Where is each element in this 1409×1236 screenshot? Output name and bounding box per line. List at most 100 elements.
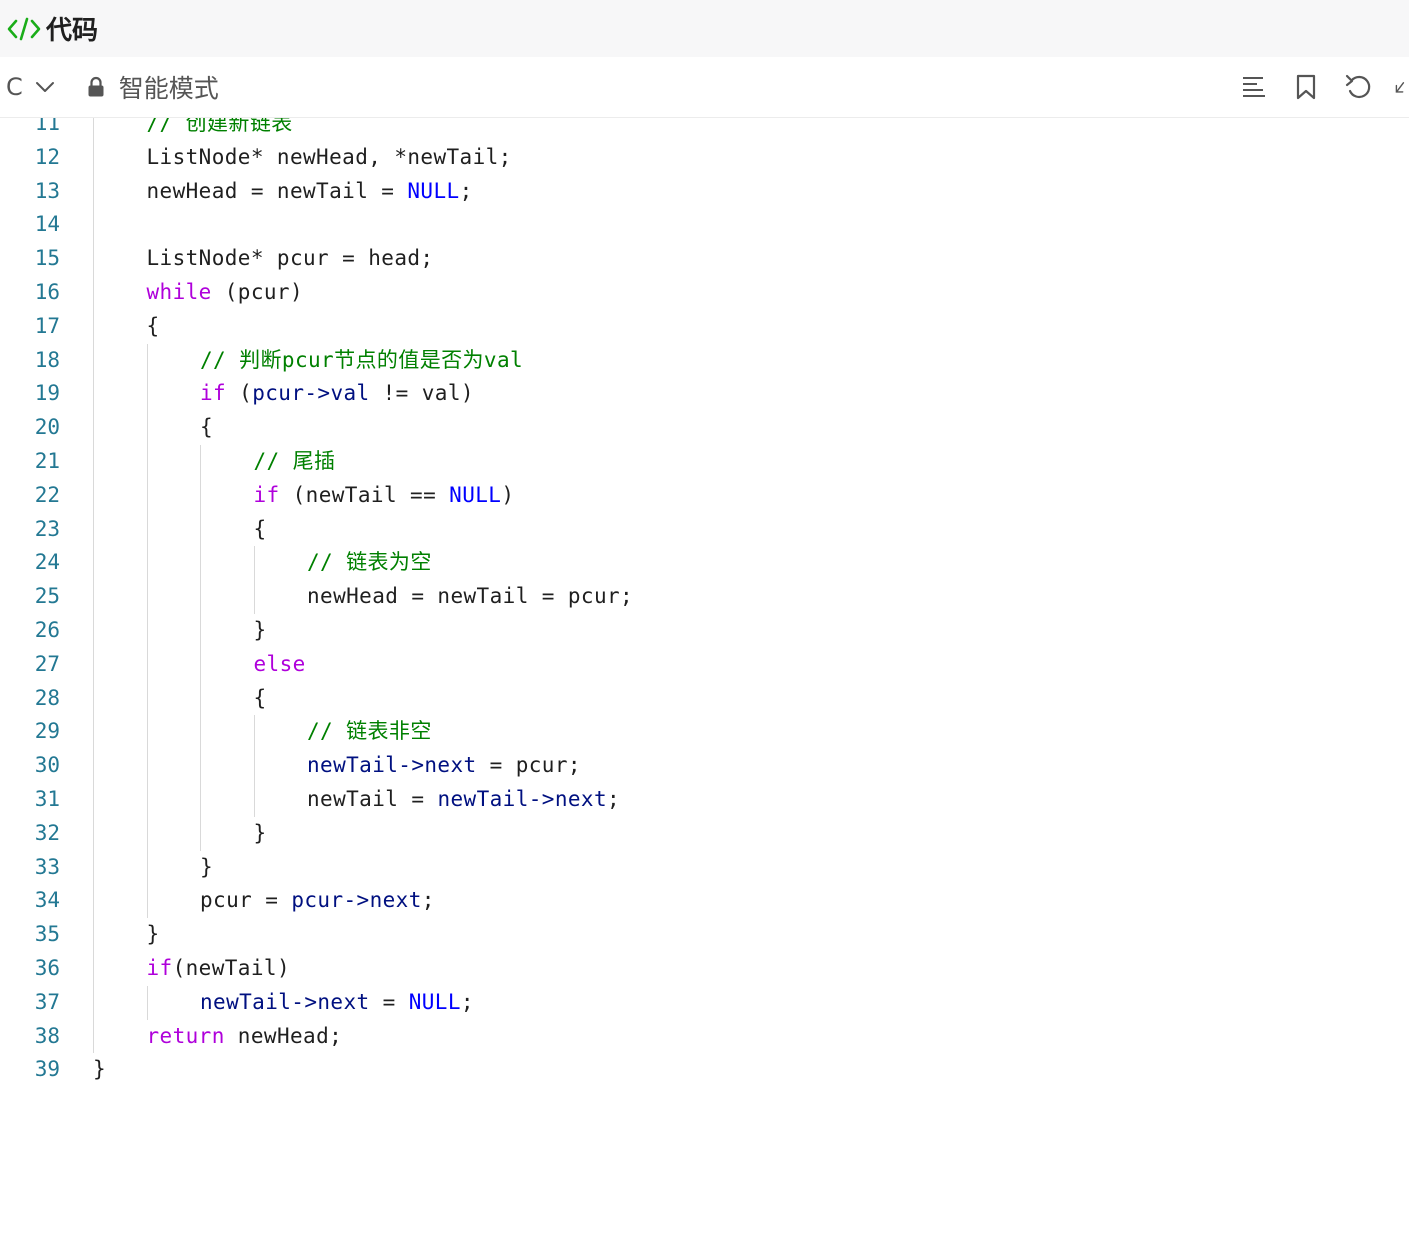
line-number: 37 (34, 989, 60, 1014)
indent-guide (93, 749, 94, 783)
code-token: newHead = newTail = (146, 178, 408, 203)
code-line: 37 newTail->next = NULL; (0, 985, 1409, 1020)
indent-guide (146, 715, 148, 750)
code-line: 28 { (0, 681, 1409, 716)
indent-guide (93, 613, 94, 648)
code-token: ; (460, 989, 474, 1014)
code-token: } (253, 820, 267, 845)
code-icon (6, 14, 42, 44)
line-number: 30 (34, 753, 60, 778)
chevron-down-icon (35, 82, 54, 92)
title-bar: 代码 (0, 0, 1409, 57)
code-line: 15 ListNode* pcur = head; (0, 242, 1409, 276)
language-select[interactable]: C (6, 73, 55, 101)
code-token: NULL (449, 482, 502, 507)
code-token: if (146, 955, 173, 980)
line-number: 11 (34, 118, 60, 135)
code-token: newTail->next (200, 989, 370, 1014)
code-token: while (146, 279, 212, 304)
code-text: // 尾插 (254, 445, 336, 479)
code-token: { (200, 415, 214, 440)
code-line: 35} (0, 918, 1409, 952)
indent-guide (146, 647, 148, 682)
indent-guide (200, 749, 201, 783)
indent-guide (146, 782, 148, 817)
indent-guide (93, 208, 94, 243)
code-token: (newTail) (172, 955, 290, 980)
code-text: } (254, 817, 267, 851)
indent-guide (93, 343, 94, 378)
code-text: newTail->next = pcur; (307, 749, 581, 783)
code-text: } (200, 851, 213, 885)
indent-guide (146, 613, 148, 648)
indent-guide (93, 985, 94, 1020)
code-editor[interactable]: 11 // 创建新链表 12 ListNode* newHead, *newTail;… (0, 118, 1409, 1236)
line-number: 33 (34, 854, 60, 879)
indent-guide (93, 512, 94, 547)
code-token: pcur->next (291, 888, 422, 913)
format-icon[interactable] (1239, 72, 1269, 102)
code-text: } (147, 918, 160, 952)
indent-guide (253, 580, 255, 614)
bookmark-icon[interactable] (1291, 72, 1321, 102)
indent-guide (93, 478, 94, 513)
code-text: } (93, 1053, 106, 1087)
line-number: 39 (34, 1057, 60, 1082)
indent-guide (200, 613, 201, 648)
code-line: 39} (0, 1053, 1409, 1087)
line-number: 38 (34, 1023, 60, 1048)
code-token: ; (459, 178, 473, 203)
code-text: newTail = newTail->next; (307, 783, 620, 817)
indent-guide (146, 546, 148, 581)
code-text: return newHead; (147, 1020, 343, 1054)
line-number: 24 (34, 550, 60, 575)
line-number: 36 (34, 955, 60, 980)
code-token: // 创建新链表 (146, 118, 293, 135)
line-number: 14 (34, 212, 60, 237)
code-token: // 链表非空 (307, 719, 432, 744)
code-line: 14 (0, 208, 1409, 243)
line-number: 27 (34, 651, 60, 676)
indent-guide (146, 681, 148, 716)
code-text: if(newTail) (147, 952, 290, 986)
line-number: 17 (34, 313, 60, 338)
language-label: C (6, 73, 23, 101)
code-token: pcur = (200, 888, 292, 913)
indent-guide (93, 242, 94, 276)
code-line: 31 newTail = newTail->next; (0, 782, 1409, 817)
collapse-icon[interactable] (1395, 72, 1409, 102)
indent-guide (253, 782, 255, 817)
indent-guide (93, 681, 94, 716)
line-number: 25 (34, 584, 60, 609)
code-token: newTail->next (307, 753, 477, 778)
code-token: (newTail == (279, 482, 450, 507)
code-token: // 判断pcur节点的值是否为val (200, 347, 524, 372)
code-token: ListNode* pcur = head; (146, 246, 434, 271)
code-line: 30 newTail->next = pcur; (0, 749, 1409, 783)
code-text: // 链表非空 (307, 715, 432, 749)
code-token: newHead = newTail = pcur; (307, 584, 634, 609)
code-token: } (200, 854, 214, 879)
code-line: 34 pcur = pcur->next; (0, 884, 1409, 919)
line-number: 34 (34, 888, 60, 913)
code-line: 26} (0, 613, 1409, 648)
code-token: != val) (369, 381, 474, 406)
indent-guide (253, 749, 255, 783)
indent-guide (146, 850, 148, 885)
code-line: 29 // 链表非空 (0, 715, 1409, 750)
line-number: 32 (34, 820, 60, 845)
code-token: if (200, 381, 227, 406)
line-number: 26 (34, 617, 60, 642)
line-number: 21 (34, 448, 60, 473)
code-text: newHead = newTail = NULL; (147, 175, 473, 209)
code-line: 33} (0, 850, 1409, 885)
indent-guide (93, 782, 94, 817)
code-token: = pcur; (476, 753, 581, 778)
code-line: 24 // 链表为空 (0, 546, 1409, 581)
indent-guide (93, 580, 94, 614)
code-token: newTail->next (437, 786, 607, 811)
line-number: 19 (34, 381, 60, 406)
undo-icon[interactable] (1343, 72, 1373, 102)
code-token: else (253, 651, 306, 676)
code-text: // 判断pcur节点的值是否为val (200, 344, 523, 378)
